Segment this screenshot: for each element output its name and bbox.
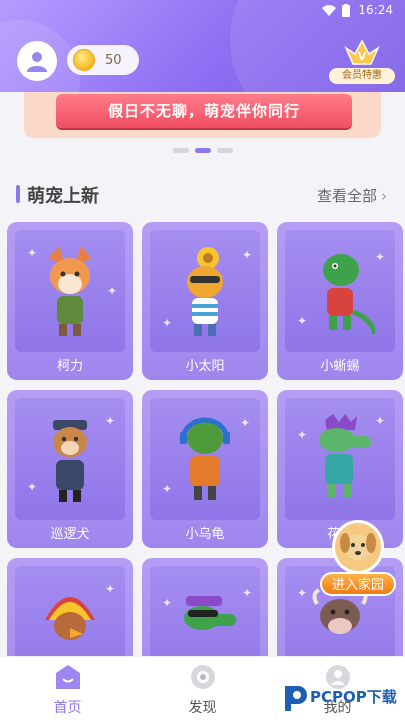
- pet-card[interactable]: ✦ ✦ 小乌龟: [142, 390, 268, 548]
- coin-count: 50: [105, 52, 122, 68]
- enter-home-label: 进入家园: [320, 572, 396, 596]
- chevron-right-icon: ›: [381, 187, 387, 205]
- promo-banner[interactable]: 假日不无聊，萌宠伴你同行: [24, 92, 381, 138]
- pet-card-image: ✦ ✦: [285, 230, 395, 352]
- fox-pet-icon: [49, 246, 91, 336]
- status-time: 16:24: [358, 3, 393, 17]
- see-all-label: 查看全部: [316, 187, 377, 205]
- crocodile-pet-icon: [319, 414, 371, 498]
- banner-pagination: [0, 148, 405, 153]
- pet-name: 小乌龟: [185, 527, 225, 542]
- pet-card-image: ✦ ✦: [15, 230, 125, 352]
- lizard-pet-icon: [323, 254, 375, 335]
- battery-icon: [342, 4, 350, 17]
- pagination-dot[interactable]: [172, 148, 189, 153]
- vip-offer-button[interactable]: V 会员特惠: [329, 38, 395, 84]
- nav-home[interactable]: 首页: [0, 657, 135, 720]
- nav-label: 发现: [188, 700, 217, 716]
- police-dog-pet-icon: [53, 420, 87, 502]
- enter-home-button[interactable]: 进入家园: [320, 520, 396, 600]
- pet-card[interactable]: ✦ ✦ 柯力: [7, 222, 133, 380]
- pet-card-image: ✦ ✦: [150, 398, 260, 520]
- section-accent-bar: [16, 185, 20, 203]
- pet-name: 小太阳: [185, 359, 225, 374]
- section-title: 萌宠上新: [27, 186, 99, 207]
- pet-card[interactable]: ✦ ✦ 小蜥蜴: [277, 222, 403, 380]
- svg-text:V: V: [358, 50, 367, 63]
- watermark-logo-icon: [285, 686, 307, 711]
- pet-name: 柯力: [56, 359, 83, 374]
- top-header: 16:24 50 V 会员特惠: [0, 0, 405, 92]
- coin-icon: [73, 49, 95, 71]
- nav-discover[interactable]: 发现: [135, 657, 270, 720]
- user-icon: [27, 52, 47, 72]
- pet-card-image: ✦ ✦: [150, 230, 260, 352]
- see-all-link[interactable]: 查看全部 ›: [317, 185, 387, 206]
- nav-label: 首页: [53, 700, 82, 716]
- coin-balance[interactable]: 50: [67, 45, 139, 75]
- compass-icon: [190, 665, 215, 689]
- pet-card[interactable]: ✦ ✦ 巡逻犬: [7, 390, 133, 548]
- pet-card[interactable]: ✦ ✦ 小太阳: [142, 222, 268, 380]
- sunflower-bird-pet-icon: [187, 247, 223, 336]
- vip-crown-icon: V: [344, 39, 380, 65]
- pet-card-image: ✦ ✦: [285, 398, 395, 520]
- turtle-pet-icon: [180, 417, 230, 500]
- watermark: PCPOP下载: [282, 682, 404, 718]
- home-icon: [55, 665, 80, 689]
- puppy-icon: [332, 520, 384, 574]
- wifi-icon: [322, 5, 336, 16]
- vip-label: 会员特惠: [329, 68, 395, 84]
- avatar[interactable]: [17, 41, 57, 81]
- pet-card-image: ✦ ✦: [15, 398, 125, 520]
- pet-name: 巡逻犬: [50, 527, 90, 542]
- new-pets-section-header: 萌宠上新 查看全部 ›: [0, 180, 405, 210]
- pagination-dot-active[interactable]: [194, 148, 211, 153]
- watermark-text: PCPOP下载: [310, 688, 397, 706]
- pagination-dot[interactable]: [216, 148, 233, 153]
- status-bar: 16:24: [0, 0, 405, 22]
- pet-name: 小蜥蜴: [320, 359, 360, 374]
- banner-text: 假日不无聊，萌宠伴你同行: [56, 94, 352, 128]
